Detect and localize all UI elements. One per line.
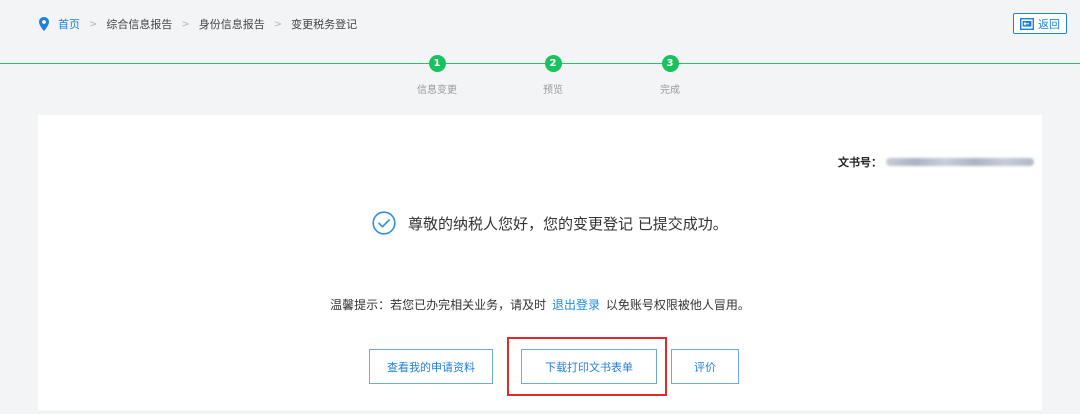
top-bar: 首页 > 综合信息报告 > 身份信息报告 > 变更税务登记 返回 bbox=[0, 0, 1080, 46]
warm-tip: 温馨提示：若您已办完相关业务，请及时 退出登录 以免账号权限被他人冒用。 bbox=[38, 296, 1042, 313]
location-pin-icon bbox=[39, 17, 49, 31]
result-card: 文书号： 尊敬的纳税人您好，您的变更登记 已提交成功。 温馨提示：若您已办完相关… bbox=[38, 115, 1042, 410]
download-print-button[interactable]: 下载打印文书表单 bbox=[521, 349, 657, 384]
success-text: 尊敬的纳税人您好，您的变更登记 已提交成功。 bbox=[408, 214, 728, 233]
tip-suffix: 以免账号权限被他人冒用。 bbox=[605, 298, 750, 312]
step-info-change: 1 信息变更 bbox=[397, 55, 477, 96]
step-preview: 2 预览 bbox=[513, 55, 593, 96]
back-button-label: 返回 bbox=[1038, 17, 1060, 31]
tip-prefix: 温馨提示：若您已办完相关业务，请及时 bbox=[330, 298, 547, 312]
back-button[interactable]: 返回 bbox=[1013, 13, 1067, 34]
step-number: 1 bbox=[428, 55, 446, 72]
breadcrumb-home-link[interactable]: 首页 bbox=[58, 16, 80, 32]
step-number: 2 bbox=[544, 55, 562, 72]
document-number-redacted bbox=[886, 158, 1034, 166]
step-label: 完成 bbox=[660, 85, 680, 96]
breadcrumb-item-identity-report[interactable]: 身份信息报告 bbox=[199, 16, 265, 32]
step-label: 预览 bbox=[543, 85, 563, 96]
breadcrumb-separator: > bbox=[181, 18, 190, 30]
breadcrumb-item-change-registration: 变更税务登记 bbox=[291, 18, 358, 31]
rate-button[interactable]: 评价 bbox=[671, 349, 739, 384]
document-number-label: 文书号： bbox=[838, 156, 882, 169]
step-number: 3 bbox=[661, 55, 679, 72]
document-number: 文书号： bbox=[838, 154, 1034, 170]
step-label: 信息变更 bbox=[417, 85, 457, 96]
breadcrumb-item-comprehensive-report[interactable]: 综合信息报告 bbox=[106, 16, 172, 32]
logout-link[interactable]: 退出登录 bbox=[552, 298, 600, 312]
success-check-icon bbox=[372, 211, 396, 235]
success-message: 尊敬的纳税人您好，您的变更登记 已提交成功。 bbox=[372, 211, 728, 235]
breadcrumb: 首页 > 综合信息报告 > 身份信息报告 > 变更税务登记 bbox=[38, 16, 357, 32]
step-complete: 3 完成 bbox=[630, 55, 710, 96]
return-icon bbox=[1020, 17, 1034, 30]
breadcrumb-separator: > bbox=[273, 18, 283, 30]
breadcrumb-separator: > bbox=[89, 18, 98, 30]
view-application-button[interactable]: 查看我的申请资料 bbox=[369, 349, 493, 384]
